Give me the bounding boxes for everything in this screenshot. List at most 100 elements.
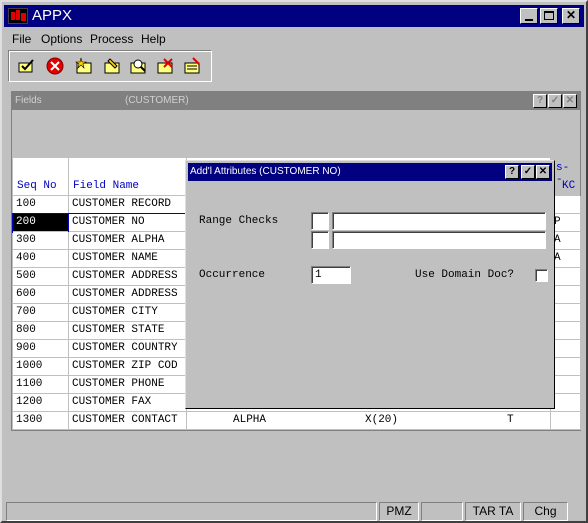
app-window: APPX ✕ File Options Process Help Fields … bbox=[0, 0, 588, 523]
row-type: ALPHA bbox=[233, 414, 267, 426]
close-button[interactable]: ✕ bbox=[562, 8, 580, 24]
row-detail-cell[interactable]: ALPHA X(20) T bbox=[187, 412, 551, 430]
row-seq-cell[interactable]: 900 bbox=[13, 340, 69, 358]
row-kc-cell[interactable]: A bbox=[551, 250, 581, 268]
row-seq-cell[interactable]: 700 bbox=[13, 304, 69, 322]
menu-options[interactable]: Options bbox=[41, 32, 82, 46]
maximize-button[interactable] bbox=[540, 8, 558, 24]
row-kc-cell[interactable] bbox=[551, 304, 581, 322]
maximize-icon bbox=[544, 11, 554, 20]
delete-icon bbox=[157, 58, 173, 74]
row-seq-cell[interactable]: 800 bbox=[13, 322, 69, 340]
status-bar: PMZ TAR TA Chg bbox=[4, 500, 586, 522]
row-kc-cell[interactable] bbox=[551, 268, 581, 286]
row-kc-cell[interactable] bbox=[551, 286, 581, 304]
fields-ok-button[interactable]: ✓ bbox=[548, 94, 562, 108]
row-field-name-cell[interactable]: CUSTOMER FAX bbox=[69, 394, 187, 412]
row-field-name-cell[interactable]: CUSTOMER ADDRESS bbox=[69, 286, 187, 304]
appx-logo-icon bbox=[8, 8, 28, 24]
row-seq-cell[interactable]: 300 bbox=[13, 232, 69, 250]
menu-bar: File Options Process Help bbox=[4, 29, 584, 49]
row-seq-cell[interactable]: 1000 bbox=[13, 358, 69, 376]
occurrence-field[interactable]: 1 bbox=[311, 266, 351, 284]
row-field-name-cell[interactable]: CUSTOMER CITY bbox=[69, 304, 187, 322]
dialog-help-button[interactable]: ? bbox=[505, 165, 519, 179]
row-kc-cell[interactable] bbox=[551, 340, 581, 358]
status-message bbox=[6, 502, 377, 521]
range-check-value-1[interactable] bbox=[332, 212, 546, 230]
occurrence-label: Occurrence bbox=[199, 269, 266, 281]
row-field-name-cell[interactable]: CUSTOMER PHONE bbox=[69, 376, 187, 394]
row-seq-cell[interactable]: 1200 bbox=[13, 394, 69, 412]
cancel-icon bbox=[46, 57, 64, 75]
row-field-name-cell[interactable]: CUSTOMER ALPHA bbox=[69, 232, 187, 250]
row-kc-cell[interactable] bbox=[551, 412, 581, 430]
status-blank bbox=[421, 502, 463, 521]
dialog-title: Add'l Attributes (CUSTOMER NO) bbox=[190, 166, 341, 177]
scan-icon bbox=[184, 57, 200, 74]
use-domain-doc-label: Use Domain Doc? bbox=[415, 269, 515, 281]
check-icon: ✓ bbox=[550, 95, 560, 106]
change-icon bbox=[104, 58, 120, 74]
menu-file[interactable]: File bbox=[12, 32, 31, 46]
range-checks-label: Range Checks bbox=[199, 215, 279, 227]
change-button[interactable] bbox=[103, 57, 123, 75]
range-check-flag-1[interactable] bbox=[311, 212, 329, 230]
row-kc-cell[interactable] bbox=[551, 394, 581, 412]
confirm-icon bbox=[18, 59, 34, 73]
row-seq-cell[interactable]: 1100 bbox=[13, 376, 69, 394]
row-field-name-cell[interactable]: CUSTOMER ADDRESS bbox=[69, 268, 187, 286]
row-t: T bbox=[507, 414, 514, 426]
row-kc-cell[interactable] bbox=[551, 358, 581, 376]
row-seq-cell[interactable]: 100 bbox=[13, 196, 69, 214]
row-kc-cell[interactable]: A bbox=[551, 232, 581, 250]
minimize-icon bbox=[525, 19, 533, 21]
range-check-value-2[interactable] bbox=[332, 231, 546, 249]
add-icon bbox=[75, 57, 92, 74]
delete-button[interactable] bbox=[156, 57, 176, 75]
row-seq-cell[interactable]: 500 bbox=[13, 268, 69, 286]
status-pmz: PMZ bbox=[379, 502, 419, 521]
minimize-button[interactable] bbox=[520, 8, 538, 24]
fields-close-button[interactable]: ✕ bbox=[563, 94, 577, 108]
row-field-name-cell[interactable]: CUSTOMER NAME bbox=[69, 250, 187, 268]
row-seq-cell[interactable]: 600 bbox=[13, 286, 69, 304]
row-seq-cell[interactable]: 400 bbox=[13, 250, 69, 268]
use-domain-doc-checkbox[interactable] bbox=[535, 269, 548, 282]
row-field-name-cell[interactable]: CUSTOMER RECORD bbox=[69, 196, 187, 214]
row-field-name-cell[interactable]: CUSTOMER NO bbox=[68, 213, 188, 233]
status-tar: TAR TA bbox=[465, 502, 521, 521]
fields-help-button[interactable]: ? bbox=[533, 94, 547, 108]
row-field-name-cell[interactable]: CUSTOMER ZIP COD bbox=[69, 358, 187, 376]
cancel-button[interactable] bbox=[45, 57, 65, 75]
scan-button[interactable] bbox=[183, 57, 203, 75]
row-kc-cell[interactable] bbox=[551, 196, 581, 214]
inquire-button[interactable] bbox=[129, 57, 149, 75]
dialog-ok-button[interactable]: ✓ bbox=[521, 165, 535, 179]
row-kc-cell[interactable]: P bbox=[551, 214, 581, 232]
row-seq-cell[interactable]: 200 bbox=[12, 213, 70, 233]
addl-attributes-dialog: Add'l Attributes (CUSTOMER NO) ? ✓ ✕ Ran… bbox=[185, 160, 555, 409]
fields-window-title-bar[interactable]: Fields (CUSTOMER) ? ✓ ✕ bbox=[12, 92, 580, 110]
row-kc-cell[interactable] bbox=[551, 322, 581, 340]
add-button[interactable] bbox=[75, 57, 95, 75]
confirm-button[interactable] bbox=[17, 57, 37, 75]
app-title: APPX bbox=[32, 7, 73, 24]
row-field-name-cell[interactable]: CUSTOMER COUNTRY bbox=[69, 340, 187, 358]
column-header-kc[interactable]: KC bbox=[562, 180, 575, 192]
column-header-seq[interactable]: Seq No bbox=[17, 180, 57, 192]
range-check-flag-2[interactable] bbox=[311, 231, 329, 249]
column-header-field-name[interactable]: Field Name bbox=[73, 180, 139, 192]
row-kc-cell[interactable] bbox=[551, 376, 581, 394]
title-bar[interactable]: APPX ✕ bbox=[4, 5, 584, 27]
row-seq-cell[interactable]: 1300 bbox=[13, 412, 69, 430]
menu-process[interactable]: Process bbox=[90, 32, 133, 46]
menu-help[interactable]: Help bbox=[141, 32, 166, 46]
row-format: X(20) bbox=[365, 414, 399, 426]
help-icon: ? bbox=[508, 166, 516, 177]
row-field-name-cell[interactable]: CUSTOMER CONTACT bbox=[69, 412, 187, 430]
close-icon: ✕ bbox=[565, 8, 577, 22]
dialog-close-button[interactable]: ✕ bbox=[536, 165, 550, 179]
dialog-title-bar[interactable]: Add'l Attributes (CUSTOMER NO) ? ✓ ✕ bbox=[188, 163, 552, 181]
row-field-name-cell[interactable]: CUSTOMER STATE bbox=[69, 322, 187, 340]
